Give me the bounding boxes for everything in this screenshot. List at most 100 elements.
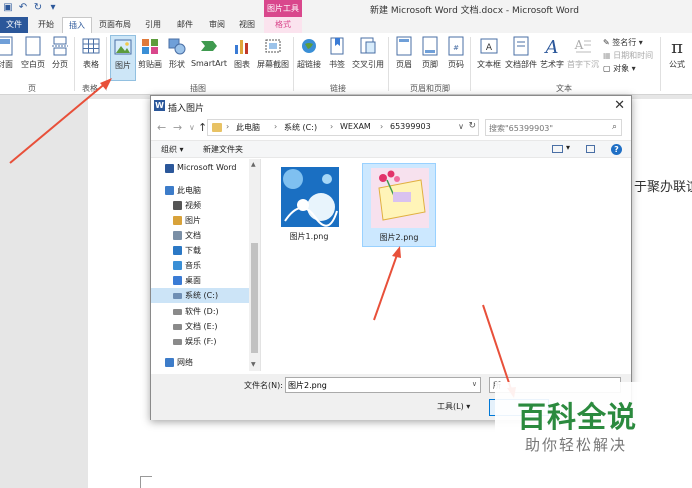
nav-item-microsoft-word[interactable]: Microsoft Word	[151, 161, 249, 176]
tools-button[interactable]: 工具(L) ▾	[437, 401, 470, 412]
breadcrumb-drive-c[interactable]: 系统 (C:)	[284, 122, 317, 133]
help-icon[interactable]: ?	[611, 144, 622, 155]
chart-button[interactable]: 图表	[230, 35, 254, 81]
object-button[interactable]: ▢ 对象 ▾	[603, 63, 636, 74]
preview-pane-icon[interactable]	[586, 145, 595, 153]
document-text[interactable]: 于聚办联谊	[634, 176, 692, 195]
address-bar[interactable]: › 此电脑 › 系统 (C:) › WEXAM › 65399903 ∨ ↻	[207, 119, 479, 136]
search-icon[interactable]: ⌕	[612, 122, 617, 132]
picture-icon	[114, 39, 132, 55]
tab-insert[interactable]: 插入	[62, 17, 92, 33]
date-time-button[interactable]: ▦ 日期和时间	[603, 50, 653, 61]
tab-home[interactable]: 开始	[32, 17, 60, 33]
folder-icon	[212, 123, 222, 132]
page-number-button[interactable]: # 页码	[444, 35, 468, 81]
filename-field[interactable]: ∨	[285, 377, 481, 393]
clip-art-button[interactable]: 剪贴画	[137, 35, 163, 81]
recent-dropdown-icon[interactable]: ∨	[189, 123, 195, 132]
nav-item-videos[interactable]: 视频	[151, 198, 249, 213]
drop-cap-button[interactable]: A 首字下沉	[566, 35, 600, 81]
organize-button[interactable]: 组织 ▾	[161, 144, 184, 155]
save-icon[interactable]: ▣	[2, 2, 14, 14]
up-arrow-icon[interactable]: ↑	[198, 121, 207, 134]
tab-view[interactable]: 视图	[233, 17, 261, 33]
refresh-icon[interactable]: ↻	[468, 121, 476, 131]
picture-button[interactable]: 图片	[110, 35, 136, 81]
nav-item-drive-d[interactable]: 软件 (D:)	[151, 304, 249, 319]
text-box-button[interactable]: A 文本框	[474, 35, 504, 81]
file-tile-selected[interactable]: 图片2.png	[362, 163, 436, 247]
view-dropdown-icon[interactable]: ▾	[566, 143, 570, 152]
breadcrumb-this-pc[interactable]: 此电脑	[236, 122, 260, 133]
forward-arrow-icon[interactable]: →	[173, 121, 182, 134]
equation-button[interactable]: π 公式	[664, 35, 690, 81]
header-button[interactable]: 页眉	[392, 35, 416, 81]
scrollbar-thumb[interactable]	[251, 243, 258, 353]
customize-qat-icon[interactable]: ▾	[47, 2, 59, 14]
redo-icon[interactable]: ↻	[32, 2, 44, 14]
hyperlink-button[interactable]: 超链接	[295, 35, 323, 81]
nav-item-drive-c[interactable]: 系统 (C:)	[151, 288, 249, 303]
wordart-button[interactable]: A 艺术字	[538, 35, 566, 81]
view-options-icon[interactable]	[552, 145, 563, 153]
blank-page-button[interactable]: 空白页	[20, 35, 46, 81]
nav-item-music[interactable]: 音乐	[151, 258, 249, 273]
scroll-up-icon[interactable]: ▲	[251, 161, 256, 168]
screenshot-button[interactable]: 屏幕截图	[255, 35, 291, 81]
undo-icon[interactable]: ↶	[17, 2, 29, 14]
breadcrumb-wexam[interactable]: WEXAM	[340, 122, 371, 131]
nav-item-network[interactable]: 网络	[151, 355, 249, 367]
breadcrumb-folder[interactable]: 65399903	[390, 122, 431, 131]
table-button[interactable]: 表格	[78, 35, 104, 81]
close-icon[interactable]: ✕	[614, 98, 625, 113]
page-break-button[interactable]: 分页	[48, 35, 72, 81]
watermark-title: 百科全说	[517, 400, 638, 434]
tab-review[interactable]: 审阅	[202, 17, 232, 33]
drop-cap-icon: A	[574, 38, 591, 53]
globe-icon	[302, 39, 316, 53]
shapes-button[interactable]: 形状	[165, 35, 189, 81]
tab-mailings[interactable]: 邮件	[170, 17, 200, 33]
smartart-button[interactable]: SmartArt	[190, 35, 228, 81]
title-bar: ▣ ↶ ↻ ▾ 图片工具 新建 Microsoft Word 文档.docx -…	[0, 0, 692, 17]
group-label-links: 链接	[330, 84, 346, 93]
chart-icon	[235, 40, 248, 54]
nav-item-pictures[interactable]: 图片	[151, 213, 249, 228]
chevron-down-icon[interactable]: ∨	[472, 380, 477, 388]
drive-icon	[173, 339, 182, 345]
filename-input[interactable]	[288, 380, 466, 391]
search-box[interactable]: ⌕	[485, 119, 622, 136]
dialog-title-bar: W 插入图片 ✕	[151, 96, 631, 116]
back-arrow-icon[interactable]: ←	[157, 121, 166, 134]
address-dropdown-icon[interactable]: ∨	[458, 122, 464, 131]
insert-picture-dialog: W 插入图片 ✕ ← → ∨ ↑ › 此电脑 › 系统 (C:) › WEXAM…	[150, 95, 632, 420]
nav-item-documents[interactable]: 文档	[151, 228, 249, 243]
signature-line-button[interactable]: ✎ 签名行 ▾	[603, 37, 643, 48]
tab-page-layout[interactable]: 页面布局	[94, 17, 136, 33]
cross-reference-button[interactable]: 交叉引用	[350, 35, 386, 81]
nav-scrollbar[interactable]: ▲ ▼	[249, 159, 260, 371]
bookmark-icon	[330, 37, 344, 55]
music-icon	[173, 261, 182, 270]
tab-file[interactable]: 文件	[0, 17, 28, 33]
pictures-icon	[173, 216, 182, 225]
nav-item-downloads[interactable]: 下载	[151, 243, 249, 258]
scroll-down-icon[interactable]: ▼	[251, 361, 256, 368]
dialog-toolbar: 组织 ▾ 新建文件夹 ▾ ?	[151, 140, 631, 158]
nav-item-drive-f[interactable]: 娱乐 (F:)	[151, 334, 249, 349]
tab-references[interactable]: 引用	[138, 17, 168, 33]
clip-art-icon	[142, 39, 158, 54]
nav-item-drive-e[interactable]: 文档 (E:)	[151, 319, 249, 334]
search-input[interactable]	[489, 122, 604, 134]
breadcrumb-separator: ›	[330, 122, 334, 131]
bookmark-button[interactable]: 书签	[325, 35, 349, 81]
tab-format[interactable]: 格式	[264, 17, 302, 33]
footer-button[interactable]: 页脚	[418, 35, 442, 81]
nav-item-this-pc[interactable]: 此电脑	[151, 183, 249, 198]
cover-page-button[interactable]: 封面	[0, 35, 16, 81]
svg-text:#: #	[453, 44, 459, 52]
quick-parts-button[interactable]: 文档部件	[505, 35, 537, 81]
new-folder-button[interactable]: 新建文件夹	[203, 144, 243, 155]
nav-item-desktop[interactable]: 桌面	[151, 273, 249, 288]
file-tile[interactable]: 图片1.png	[273, 163, 347, 247]
